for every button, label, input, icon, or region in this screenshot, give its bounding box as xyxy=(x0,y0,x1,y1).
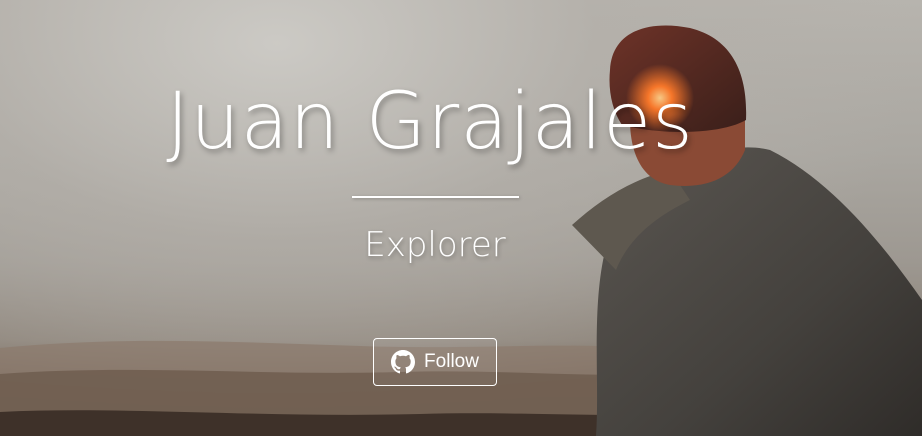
explorer-photo xyxy=(572,25,922,436)
profile-name: Juan Grajales xyxy=(166,77,694,167)
follow-button[interactable]: Follow xyxy=(373,338,497,386)
profile-role: Explorer xyxy=(364,225,506,265)
title-divider xyxy=(352,196,519,198)
github-icon xyxy=(391,350,416,374)
follow-button-label: Follow xyxy=(424,351,479,372)
hero-banner: Juan Grajales Explorer Follow xyxy=(0,0,922,436)
